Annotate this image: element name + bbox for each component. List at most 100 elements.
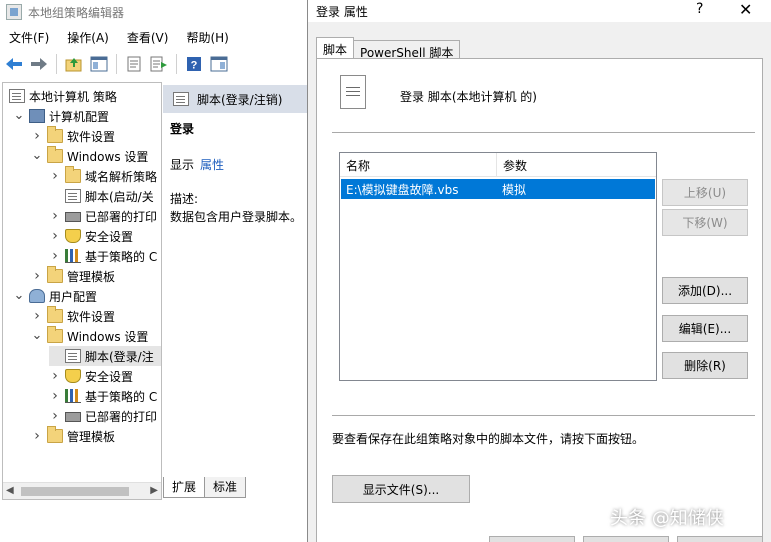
tree-item[interactable]: 本地计算机 策略 [7, 86, 117, 106]
chevron-down-icon[interactable]: ⌄ [31, 329, 43, 342]
properties-button[interactable] [123, 53, 145, 75]
detail-header-title: 脚本(登录/注销) [197, 92, 283, 107]
up-folder-button[interactable] [63, 53, 85, 75]
menu-help[interactable]: 帮助(H) [177, 29, 237, 46]
tab-powershell-scripts[interactable]: PowerShell 脚本 [353, 40, 461, 60]
dialog-close-button[interactable]: ✕ [739, 0, 752, 19]
menu-action[interactable]: 操作(A) [58, 29, 118, 46]
tree-item-label: 管理模板 [67, 429, 116, 444]
chevron-right-icon[interactable]: › [31, 308, 43, 324]
tree-horizontal-scrollbar[interactable]: ◀ ▶ [3, 482, 161, 499]
tree-item[interactable]: › 基于策略的 C [49, 246, 157, 266]
tree-item[interactable]: › 管理模板 [31, 266, 115, 286]
export-list-icon [150, 56, 167, 72]
tree-item[interactable]: 脚本(启动/关 [49, 186, 154, 206]
chevron-right-icon[interactable]: › [49, 208, 61, 224]
move-down-button[interactable]: 下移(W) [662, 209, 748, 236]
tree-item[interactable]: › 安全设置 [49, 366, 133, 386]
chevron-right-icon[interactable]: › [49, 168, 61, 184]
shield-icon [65, 229, 81, 243]
tab-extended[interactable]: 扩展 [163, 477, 206, 498]
ok-button-partial[interactable] [489, 536, 575, 542]
gpedit-app-icon [6, 4, 22, 20]
divider [332, 132, 755, 133]
tree-item[interactable]: › 管理模板 [31, 426, 115, 446]
tree-item[interactable]: › 安全设置 [49, 226, 133, 246]
tree-item[interactable]: › 基于策略的 C [49, 386, 157, 406]
tree-item-label: 域名解析策略 [85, 169, 158, 184]
chevron-right-icon[interactable]: › [49, 248, 61, 264]
tree-item-label: 基于策略的 C [85, 389, 158, 404]
toolbar-separator [116, 54, 117, 74]
script-params-cell: 模拟 [502, 182, 527, 197]
tree-item[interactable]: ⌄ Windows 设置 [31, 146, 148, 166]
list-item[interactable]: E:\模拟键盘故障.vbs 模拟 [341, 179, 655, 199]
tree-item[interactable]: ⌄ 计算机配置 [13, 106, 109, 126]
printer-icon [65, 212, 81, 222]
forward-button[interactable] [28, 53, 50, 75]
svg-text:?: ? [191, 60, 198, 72]
export-list-button[interactable] [148, 53, 170, 75]
properties-icon [127, 56, 141, 72]
column-header-name[interactable]: 名称 [340, 153, 497, 177]
remove-button[interactable]: 删除(R) [662, 352, 748, 379]
chevron-right-icon[interactable]: › [31, 268, 43, 284]
tree-item-label: 软件设置 [67, 129, 116, 144]
dialog-titlebar: 登录 属性 ? ✕ [308, 0, 771, 22]
view-tabs: 扩展 标准 [163, 477, 247, 498]
chevron-right-icon[interactable]: › [49, 368, 61, 384]
detail-pane: 脚本(登录/注销) 登录 显示 属性 描述: 数据包含用户登录脚本。 扩展 标准 [163, 82, 308, 500]
tab-scripts[interactable]: 脚本 [316, 37, 355, 59]
console-tree[interactable]: 本地计算机 策略 ⌄ 计算机配置 › 软件设置 ⌄ Windows 设置 › 域名解析策略 脚本(… [2, 82, 162, 500]
show-hide-tree-button[interactable] [88, 53, 110, 75]
show-files-button[interactable]: 显示文件(S)... [332, 475, 470, 503]
folder-icon [65, 166, 81, 183]
tab-standard[interactable]: 标准 [204, 477, 247, 498]
tree-item[interactable]: › 已部署的打印 [49, 406, 157, 426]
edit-button[interactable]: 编辑(E)... [662, 315, 748, 342]
tree-item-label: 本地计算机 策略 [29, 89, 117, 104]
tree-item[interactable]: › 已部署的打印 [49, 206, 157, 226]
scroll-right-icon[interactable]: ▶ [150, 485, 158, 496]
add-button[interactable]: 添加(D)... [662, 277, 748, 304]
gpedit-menubar: 文件(F) 操作(A) 查看(V) 帮助(H) [0, 26, 238, 48]
column-header-parameters[interactable]: 参数 [497, 153, 656, 177]
show-action-pane-button[interactable] [208, 53, 230, 75]
tree-item[interactable]: ⌄ 用户配置 [13, 286, 97, 306]
chevron-right-icon[interactable]: › [31, 128, 43, 144]
show-files-hint: 要查看保存在此组策略对象中的脚本文件，请按下面按钮。 [332, 432, 645, 446]
group-policy-editor-window: 本地组策略编辑器 文件(F) 操作(A) 查看(V) 帮助(H) ? 本地计算机… [0, 0, 308, 542]
tree-item-label: 已部署的打印 [85, 409, 158, 424]
back-button[interactable] [3, 53, 25, 75]
menu-file[interactable]: 文件(F) [0, 29, 58, 46]
gpedit-titlebar: 本地组策略编辑器 [0, 0, 308, 24]
menu-view[interactable]: 查看(V) [118, 29, 178, 46]
chevron-down-icon[interactable]: ⌄ [13, 109, 25, 122]
tree-item[interactable]: › 软件设置 [31, 306, 115, 326]
forward-arrow-icon [31, 58, 47, 70]
apply-button-partial[interactable] [677, 536, 763, 542]
tree-item[interactable]: 脚本(登录/注 [49, 346, 161, 366]
chevron-right-icon[interactable]: › [49, 408, 61, 424]
chevron-right-icon[interactable]: › [31, 428, 43, 444]
folder-icon [47, 126, 63, 143]
help-button[interactable]: ? [183, 53, 205, 75]
chevron-down-icon[interactable]: ⌄ [13, 289, 25, 302]
toolbar-separator [176, 54, 177, 74]
chevron-down-icon[interactable]: ⌄ [31, 149, 43, 162]
tree-item[interactable]: ⌄ Windows 设置 [31, 326, 148, 346]
script-list[interactable]: 名称 参数 E:\模拟键盘故障.vbs 模拟 [339, 152, 657, 381]
scroll-left-icon[interactable]: ◀ [6, 485, 14, 496]
tree-item-label: 安全设置 [85, 229, 134, 244]
chevron-right-icon[interactable]: › [49, 228, 61, 244]
tree-item[interactable]: › 域名解析策略 [49, 166, 157, 186]
properties-link[interactable]: 属性 [200, 158, 224, 172]
dialog-help-button[interactable]: ? [696, 1, 703, 17]
move-up-button[interactable]: 上移(U) [662, 179, 748, 206]
toolbar-separator [56, 54, 57, 74]
chevron-right-icon[interactable]: › [49, 388, 61, 404]
scroll-thumb[interactable] [21, 487, 129, 496]
tree-item[interactable]: › 软件设置 [31, 126, 115, 146]
cancel-button-partial[interactable] [583, 536, 669, 542]
